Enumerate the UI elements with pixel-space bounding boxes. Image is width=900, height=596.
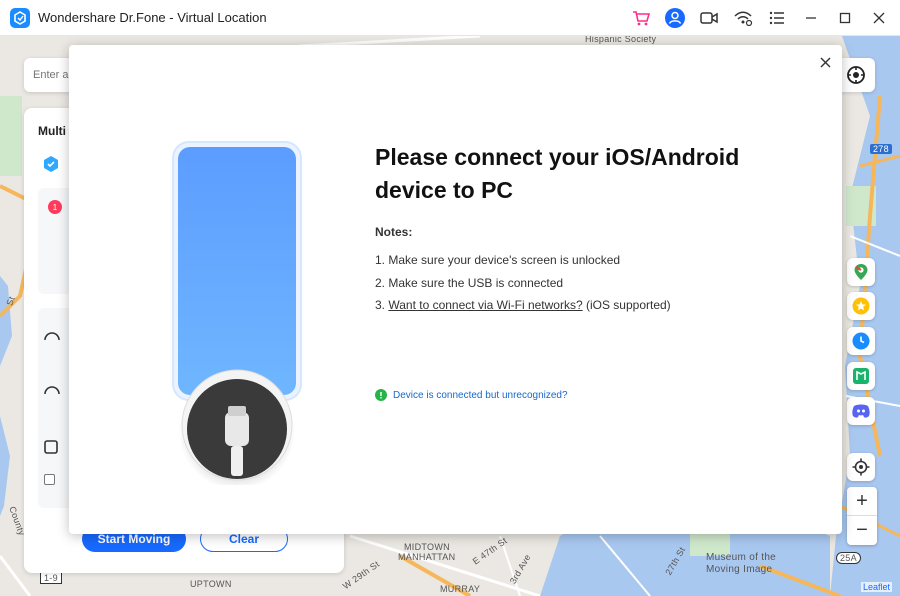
cart-icon[interactable] — [624, 0, 658, 36]
map-label-hispanic-society: Hispanic Society — [585, 36, 657, 44]
device-unrecognized-link[interactable]: Device is connected but unrecognized? — [375, 389, 568, 401]
phone-usb-illustration — [172, 141, 302, 485]
star-icon — [852, 297, 870, 315]
zoom-control: + − — [847, 487, 877, 545]
map-label-museum-line1: Museum of the — [706, 552, 777, 563]
stop-count-badge: 1 — [48, 200, 62, 214]
close-icon — [820, 57, 830, 67]
history-button[interactable] — [847, 327, 875, 355]
joystick-icon — [847, 66, 865, 84]
map-label-murray: MURRAY — [440, 584, 481, 594]
crosshair-icon — [852, 458, 870, 476]
menu-list-icon[interactable] — [760, 0, 794, 36]
clock-icon — [852, 332, 870, 350]
app-logo-icon — [10, 7, 30, 28]
account-icon[interactable] — [658, 0, 692, 36]
note-2: 2. Make sure the USB is connected — [375, 276, 564, 290]
route-1-9: 1-9 — [40, 572, 62, 584]
info-icon — [375, 389, 387, 401]
video-camera-icon[interactable] — [692, 0, 726, 36]
device-unrecognized-text[interactable]: Device is connected but unrecognized? — [393, 390, 568, 401]
routes-button[interactable] — [847, 362, 875, 390]
title-bar: Wondershare Dr.Fone - Virtual Location — [0, 0, 900, 36]
close-window-button[interactable] — [862, 0, 896, 36]
map-label-midtown: MIDTOWN — [404, 542, 450, 552]
connect-device-dialog: Please connect your iOS/Android device t… — [69, 45, 842, 534]
note-3: 3. Want to connect via Wi-Fi networks? (… — [375, 298, 671, 312]
map-label-uptown: UPTOWN — [190, 579, 232, 589]
gauge-icon — [44, 386, 60, 395]
loop-icon — [44, 440, 58, 454]
route-logo-icon — [41, 154, 61, 179]
zoom-in-button[interactable]: + — [847, 487, 877, 516]
panel-title: Multi — [38, 124, 66, 138]
wifi-settings-icon[interactable] — [726, 0, 760, 36]
dialog-close-button[interactable] — [818, 55, 832, 69]
window-title: Wondershare Dr.Fone - Virtual Location — [38, 10, 267, 25]
notes-heading: Notes: — [375, 225, 413, 239]
route-25a: 25A — [836, 552, 861, 564]
route-278: 278 — [870, 144, 892, 154]
map-label-manhattan: MANHATTAN — [398, 552, 456, 562]
route-map-icon — [853, 368, 869, 384]
map-pin-icon — [854, 264, 868, 280]
favorites-button[interactable] — [847, 292, 875, 320]
discord-icon — [852, 404, 870, 418]
leaflet-attribution-link[interactable]: Leaflet — [860, 582, 892, 592]
option-checkbox[interactable] — [44, 474, 55, 485]
speed-icon — [44, 332, 60, 341]
maximize-button[interactable] — [828, 0, 862, 36]
map-label-museum-line2: Moving Image — [706, 564, 773, 575]
note-1: 1. Make sure your device's screen is unl… — [375, 253, 621, 267]
wifi-connect-link[interactable]: Want to connect via Wi-Fi networks? — [388, 298, 582, 312]
zoom-out-button[interactable]: − — [847, 516, 877, 545]
community-button[interactable] — [847, 397, 875, 425]
google-maps-button[interactable] — [847, 258, 875, 286]
note-3-suffix: (iOS supported) — [582, 298, 671, 312]
locate-me-button[interactable] — [847, 453, 875, 481]
note-3-prefix: 3. — [375, 298, 389, 312]
minimize-button[interactable] — [794, 0, 828, 36]
dialog-title: Please connect your iOS/Android device t… — [375, 144, 740, 203]
joystick-mode-button[interactable] — [837, 58, 875, 92]
